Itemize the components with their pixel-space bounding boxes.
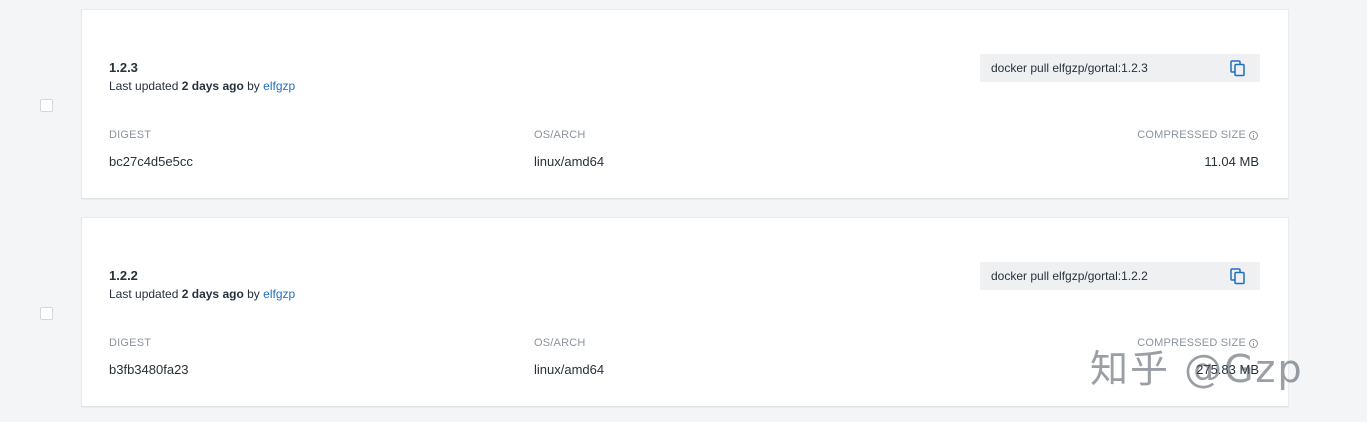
info-icon[interactable] xyxy=(1249,130,1258,140)
os-arch-label: OS/ARCH xyxy=(534,337,586,349)
updated-by-word: by xyxy=(247,79,260,93)
tag-name: 1.2.3 xyxy=(109,60,138,75)
tag-row: 1.2.3 Last updated 2 days ago by elfgzp … xyxy=(0,9,1367,201)
digest-label: DIGEST xyxy=(109,129,152,141)
tag-meta: Last updated 2 days ago by elfgzp xyxy=(109,287,295,301)
os-arch-value: linux/amd64 xyxy=(534,362,605,377)
updated-when: 2 days ago xyxy=(181,79,244,93)
tag-name: 1.2.2 xyxy=(109,268,138,283)
compressed-size-label: COMPRESSED SIZE xyxy=(1137,129,1246,141)
updated-prefix: Last updated xyxy=(109,287,179,301)
watermark: 知乎 @Gzp xyxy=(1090,347,1304,391)
os-arch-value: linux/amd64 xyxy=(534,154,605,169)
copy-icon[interactable] xyxy=(1230,60,1246,77)
tag-card: 1.2.3 Last updated 2 days ago by elfgzp … xyxy=(81,9,1289,199)
tag-select-checkbox[interactable] xyxy=(40,99,53,112)
tag-meta: Last updated 2 days ago by elfgzp xyxy=(109,79,295,93)
copy-icon[interactable] xyxy=(1230,268,1246,285)
digest-link[interactable]: b3fb3480fa23 xyxy=(109,362,189,377)
tag-select-checkbox[interactable] xyxy=(40,307,53,320)
digest-link[interactable]: bc27c4d5e5cc xyxy=(109,154,193,169)
updated-prefix: Last updated xyxy=(109,79,179,93)
pull-command-box: docker pull elfgzp/gortal:1.2.2 xyxy=(980,262,1260,290)
updated-by-user-link[interactable]: elfgzp xyxy=(263,79,295,93)
compressed-size-value: 11.04 MB xyxy=(1204,154,1259,169)
updated-by-word: by xyxy=(247,287,260,301)
updated-when: 2 days ago xyxy=(181,287,244,301)
pull-command-text: docker pull elfgzp/gortal:1.2.2 xyxy=(991,269,1148,283)
updated-by-user-link[interactable]: elfgzp xyxy=(263,287,295,301)
pull-command-box: docker pull elfgzp/gortal:1.2.3 xyxy=(980,54,1260,82)
compressed-size-label-group: COMPRESSED SIZE xyxy=(1137,129,1258,141)
digest-label: DIGEST xyxy=(109,337,152,349)
os-arch-label: OS/ARCH xyxy=(534,129,586,141)
pull-command-text: docker pull elfgzp/gortal:1.2.3 xyxy=(991,61,1148,75)
